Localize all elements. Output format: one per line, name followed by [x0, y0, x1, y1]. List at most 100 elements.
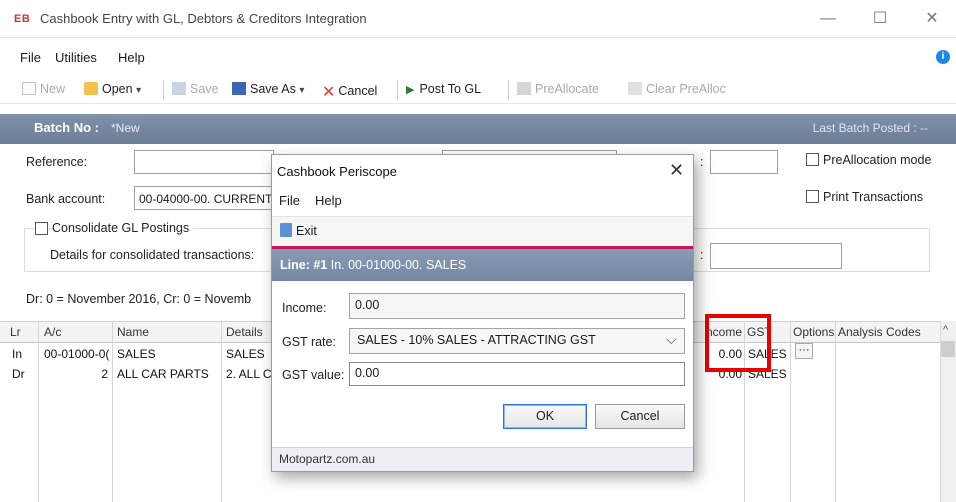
preallocate-label: PreAllocate — [535, 82, 599, 96]
dialog-toolbar — [272, 216, 693, 246]
col-ac[interactable]: A/c — [44, 325, 61, 339]
menu-utilities[interactable]: Utilities — [55, 50, 97, 65]
scroll-up-icon[interactable]: ^ — [943, 324, 948, 336]
row1-lr: In — [12, 347, 23, 361]
colon-label-2: : — [700, 248, 704, 262]
income-field[interactable]: 0.00 — [349, 293, 685, 319]
row2-details: 2. ALL C — [226, 367, 272, 381]
period-text: Dr: 0 = November 2016, Cr: 0 = Novemb — [26, 292, 252, 306]
dialog-title: Cashbook Periscope — [277, 164, 397, 179]
batch-no-value: *New — [111, 121, 140, 135]
dialog-close-icon[interactable]: ✕ — [669, 160, 684, 181]
save-label: Save — [190, 82, 219, 96]
col-details[interactable]: Details — [226, 325, 263, 339]
menu-file[interactable]: File — [20, 50, 41, 65]
ok-button[interactable]: OK — [503, 404, 587, 429]
toolbar-separator — [397, 80, 398, 100]
menu-help[interactable]: Help — [118, 50, 145, 65]
open-label: Open — [102, 82, 133, 96]
exit-label: Exit — [296, 224, 317, 238]
cancel-label: Cancel — [338, 84, 378, 98]
window-title: Cashbook Entry with GL, Debtors & Credit… — [40, 11, 367, 26]
col-lr[interactable]: Lr — [10, 325, 21, 339]
clear-prealloc-button[interactable]: Clear PreAlloc — [628, 82, 726, 96]
bank-account-select[interactable]: 00-04000-00. CURRENT — [134, 186, 274, 210]
save-as-dropdown-icon[interactable]: ▾ — [299, 85, 304, 96]
folder-icon — [84, 82, 98, 95]
save-as-label: Save As — [250, 82, 296, 96]
col-analysis-codes[interactable]: Analysis Codes — [838, 325, 921, 339]
line-account: In. 00-01000-00. SALES — [330, 258, 467, 272]
income-label: Income: — [282, 301, 327, 315]
save-as-disk-icon — [232, 82, 246, 95]
print-transactions-checkbox[interactable] — [806, 190, 819, 203]
post-to-gl-label: Post To GL — [419, 82, 482, 96]
new-doc-icon — [22, 82, 36, 95]
toolbar-separator — [508, 80, 509, 100]
play-icon: ▶ — [406, 84, 415, 96]
clear-prealloc-label: Clear PreAlloc — [646, 82, 726, 96]
toolbar-separator — [163, 80, 164, 100]
dialog-menu-help-label: Help — [315, 193, 342, 208]
save-disk-icon — [172, 82, 186, 95]
new-label: New — [40, 82, 66, 96]
bank-account-label: Bank account: — [26, 192, 106, 206]
preallocate-button[interactable]: PreAllocate — [517, 82, 599, 96]
dialog-menu-file[interactable]: File — [279, 193, 300, 208]
exit-button[interactable]: Exit — [280, 223, 317, 238]
menu-help-label: Help — [118, 50, 145, 65]
cancel-x-icon: ✕ — [322, 84, 336, 101]
reference-input[interactable] — [134, 150, 274, 174]
cancel-toolbar-button[interactable]: ✕ Cancel — [322, 82, 377, 102]
scrollbar-thumb[interactable] — [941, 341, 955, 357]
prealloc-mode-checkbox[interactable] — [806, 153, 819, 166]
preallocate-icon — [517, 82, 531, 95]
row2-name: ALL CAR PARTS — [117, 367, 209, 381]
close-button[interactable]: ✕ — [918, 7, 946, 31]
details-consolidated-input[interactable] — [710, 243, 842, 269]
line-number: Line: #1 — [280, 258, 328, 272]
info-icon[interactable]: i — [936, 50, 950, 64]
dialog-cancel-button[interactable]: Cancel — [595, 404, 685, 429]
row1-options-button[interactable]: ··· — [795, 343, 813, 359]
gst-rate-select[interactable]: SALES - 10% SALES - ATTRACTING GST — [349, 328, 685, 354]
open-button[interactable]: Open ▾ — [84, 82, 141, 96]
minimize-button[interactable]: — — [814, 7, 842, 31]
maximize-button[interactable]: ☐ — [866, 7, 894, 31]
consolidate-checkbox[interactable] — [35, 222, 48, 235]
gst-rate-label: GST rate: — [282, 335, 336, 349]
reference-label: Reference: — [26, 155, 88, 169]
gst-value-label: GST value: — [282, 368, 345, 382]
row2-lr: Dr — [12, 367, 25, 381]
gst-value-field[interactable]: 0.00 — [349, 362, 685, 386]
save-as-button[interactable]: Save As ▾ — [232, 82, 304, 96]
batch-no-label: Batch No : — [34, 120, 99, 135]
col-options[interactable]: Options — [793, 325, 834, 339]
open-dropdown-icon[interactable]: ▾ — [136, 85, 141, 96]
dialog-line-info: Line: #1 In. 00-01000-00. SALES — [280, 258, 466, 272]
consolidate-label: Consolidate GL Postings — [52, 221, 194, 235]
exit-door-icon — [280, 223, 292, 237]
row1-name: SALES — [117, 347, 156, 361]
details-consolidated-label: Details for consolidated transactions: — [50, 248, 255, 262]
dialog-menu-file-label: File — [279, 193, 300, 208]
colon-label: : — [700, 155, 704, 169]
clear-prealloc-icon — [628, 82, 642, 95]
row1-ac: 00-01000-0( — [44, 347, 110, 361]
dialog-menu-help[interactable]: Help — [315, 193, 342, 208]
status-text: Motopartz.com.au — [279, 452, 376, 466]
post-to-gl-button[interactable]: ▶ Post To GL — [406, 82, 481, 96]
col-name[interactable]: Name — [117, 325, 149, 339]
row2-ac: 2 — [101, 367, 108, 381]
prealloc-mode-label: PreAllocation mode — [823, 153, 932, 167]
menu-utilities-label: Utilities — [55, 50, 97, 65]
save-button[interactable]: Save — [172, 82, 219, 96]
menu-file-label: File — [20, 50, 41, 65]
chevron-down-icon[interactable]: ⌵ — [666, 331, 677, 348]
new-button[interactable]: New — [22, 82, 65, 96]
highlight-box — [705, 314, 771, 372]
row1-details: SALES — [226, 347, 265, 361]
app-logo: EB — [14, 13, 31, 25]
hidden-value-input[interactable] — [710, 150, 778, 174]
last-batch-posted: Last Batch Posted : -- — [812, 121, 928, 135]
